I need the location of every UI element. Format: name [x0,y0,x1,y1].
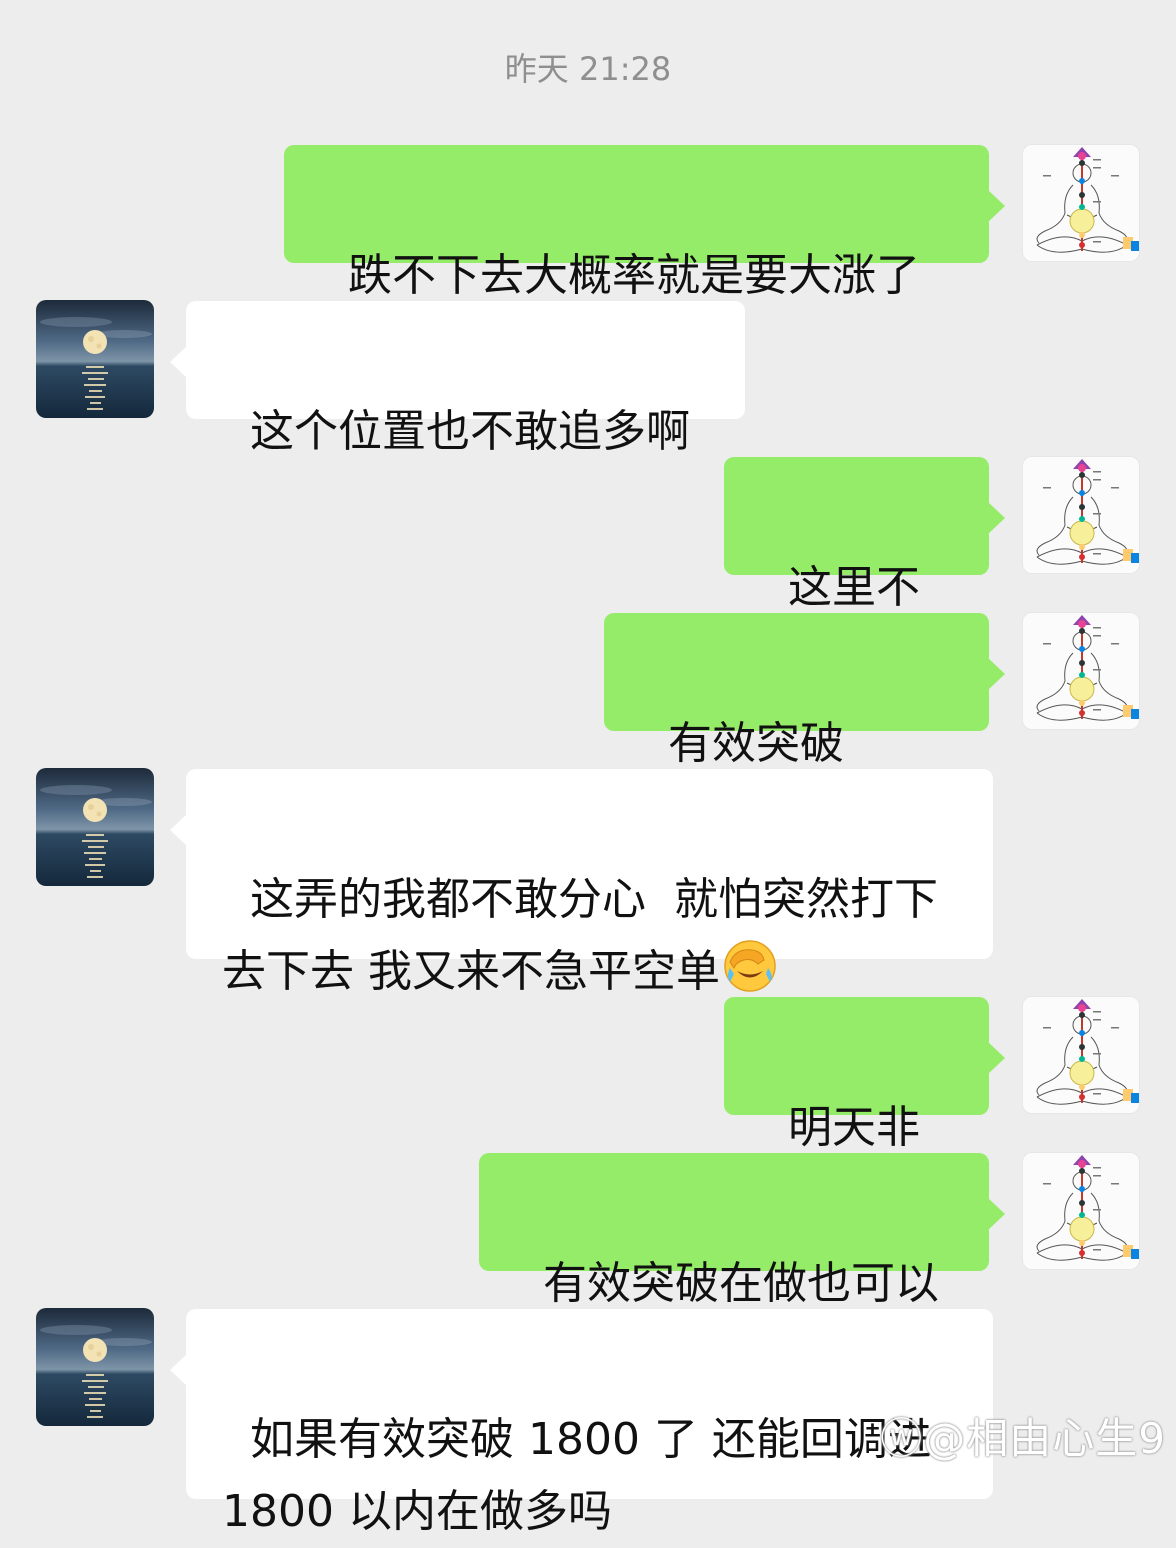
meditation-avatar-icon [1023,613,1140,730]
message-text: 这弄的我都不敢分心 就怕突然打下去下去 我又来不急平空单 [222,874,938,997]
message-bubble-self[interactable]: 跌不下去大概率就是要大涨了 [284,145,1005,301]
message-text: 跌不下去大概率就是要大涨了 [347,250,920,301]
self-avatar[interactable] [1022,612,1140,730]
weibo-logo-icon: ⓦ [880,1414,924,1463]
contact-avatar[interactable] [36,1308,154,1426]
message-bubble-self[interactable]: 有效突破在做也可以 [479,1153,1005,1309]
message-text: 有效突破在做也可以 [542,1258,939,1309]
meditation-avatar-icon [1023,1153,1140,1270]
message-text: 这个位置也不敢追多啊 [249,406,690,457]
moon-avatar-icon [36,1308,154,1426]
chat-timestamp: 昨天 21:28 [504,50,672,88]
watermark-text: @相由心生9 [923,1414,1166,1463]
self-avatar[interactable] [1022,1152,1140,1270]
crying-face-palm-emoji-icon [724,940,776,992]
message-bubble-other[interactable]: 这弄的我都不敢分心 就怕突然打下去下去 我又来不急平空单 [170,769,993,997]
meditation-avatar-icon [1023,145,1140,262]
moon-avatar-icon [36,768,154,886]
message-bubble-other[interactable]: 这个位置也不敢追多啊 [170,301,745,457]
moon-avatar-icon [36,300,154,418]
meditation-avatar-icon [1023,997,1140,1114]
self-avatar[interactable] [1022,144,1140,262]
contact-avatar[interactable] [36,768,154,886]
contact-avatar[interactable] [36,300,154,418]
self-avatar[interactable] [1022,456,1140,574]
message-bubble-self[interactable]: 有效突破 1796 [604,613,1005,841]
message-bubble-other[interactable]: 如果有效突破 1800 了 还能回调进1800 以内在做多吗 [170,1309,993,1537]
message-bubble-self[interactable]: 这里不行 [724,457,1005,685]
watermark: ⓦ@相由心生9 [880,1405,1166,1466]
self-avatar[interactable] [1022,996,1140,1114]
message-text: 如果有效突破 1800 了 还能回调进1800 以内在做多吗 [222,1414,932,1537]
meditation-avatar-icon [1023,457,1140,574]
message-bubble-self[interactable]: 明天非农 [724,997,1005,1225]
